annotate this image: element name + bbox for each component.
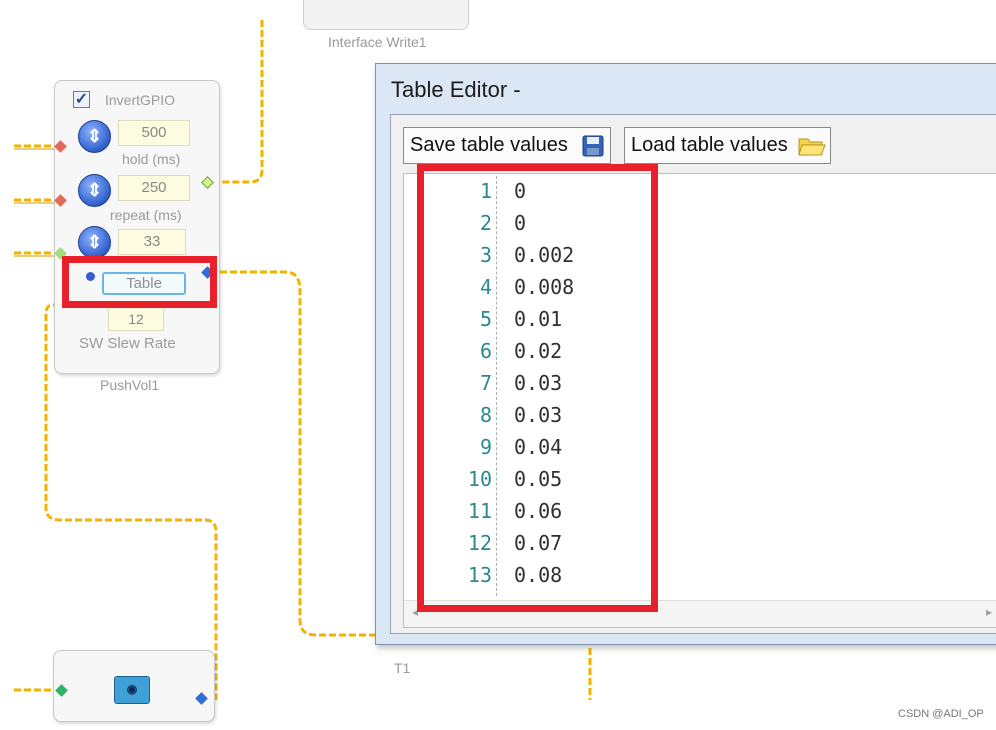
save-button-label: Save table values bbox=[410, 134, 568, 156]
repeat-value-field[interactable]: 250 bbox=[118, 175, 190, 201]
wire bbox=[210, 270, 383, 637]
hold-value-field[interactable]: 500 bbox=[118, 120, 190, 146]
repeat-label: repeat (ms) bbox=[110, 207, 182, 223]
slew-value-field[interactable]: 12 bbox=[108, 307, 164, 331]
highlight-box-table bbox=[62, 256, 217, 308]
load-button-label: Load table values bbox=[631, 134, 788, 156]
hold-label: hold (ms) bbox=[122, 151, 181, 167]
scroll-right-icon[interactable]: ▸ bbox=[986, 605, 992, 619]
folder-icon bbox=[798, 138, 826, 156]
invertgpio-label: InvertGPIO bbox=[105, 92, 176, 108]
third-value-field[interactable]: 33 bbox=[118, 229, 186, 255]
highlight-box-values bbox=[417, 164, 658, 612]
save-icon bbox=[582, 135, 604, 157]
interface-write-block[interactable] bbox=[303, 0, 469, 30]
invertgpio-checkbox[interactable]: ✓ bbox=[73, 91, 90, 108]
watermark: CSDN @ADI_OP bbox=[898, 708, 984, 720]
repeat-knob-icon[interactable]: ⇕ bbox=[78, 174, 111, 207]
interface-write-caption: Interface Write1 bbox=[328, 34, 427, 50]
pushvol-caption: PushVol1 bbox=[100, 377, 160, 393]
load-table-values-button[interactable]: Load table values bbox=[624, 127, 831, 164]
dialog-title: Table Editor - bbox=[391, 77, 521, 102]
hold-knob-icon[interactable]: ⇕ bbox=[78, 120, 111, 153]
block-type-icon: ◉ bbox=[114, 676, 150, 704]
t1-caption: T1 bbox=[394, 660, 411, 676]
save-table-values-button[interactable]: Save table values bbox=[403, 127, 611, 164]
third-knob-icon[interactable]: ⇕ bbox=[78, 226, 111, 259]
slew-rate-label: SW Slew Rate bbox=[79, 335, 176, 352]
